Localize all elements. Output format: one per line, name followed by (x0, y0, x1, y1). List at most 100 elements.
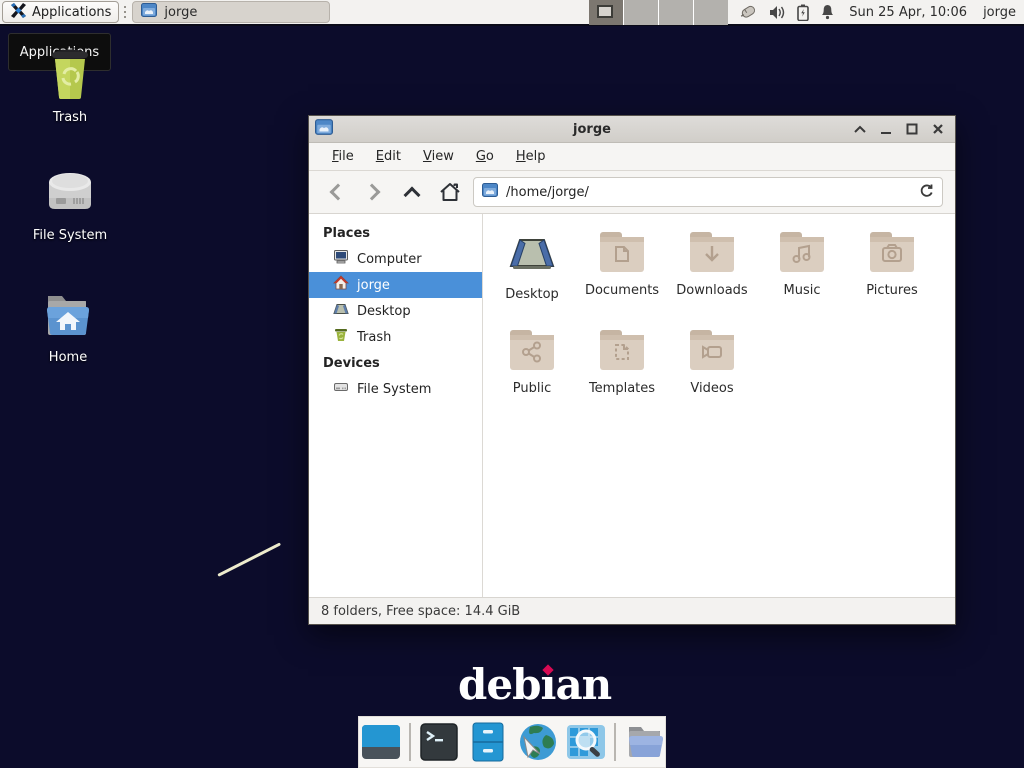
menu-help[interactable]: Help (505, 144, 557, 170)
folder-videos-icon (687, 328, 737, 376)
file-item-label: Documents (585, 283, 659, 298)
file-item-desktop[interactable]: Desktop (487, 230, 577, 328)
home-folder-dock-icon[interactable] (623, 721, 665, 763)
trash-icon (44, 46, 96, 104)
show-desktop-icon[interactable] (360, 721, 402, 763)
battery-charging-icon[interactable] (797, 4, 809, 21)
sidebar-item-label: File System (357, 382, 431, 397)
sidebar-item-label: Trash (357, 330, 391, 345)
file-item-videos[interactable]: Videos (667, 328, 757, 426)
sidebar: Places Computer (309, 214, 483, 597)
statusbar-text: 8 folders, Free space: 14.4 GiB (321, 604, 520, 619)
file-item-label: Templates (589, 381, 655, 396)
applications-menu-button[interactable]: Applications (2, 1, 119, 23)
file-item-label: Downloads (676, 283, 747, 298)
file-item-label: Music (784, 283, 821, 298)
reload-button[interactable] (919, 183, 934, 202)
sidebar-item-computer[interactable]: Computer (309, 246, 482, 272)
workspace-window-thumbnail (597, 5, 613, 18)
home-icon (439, 182, 461, 202)
window-titlebar[interactable]: jorge (309, 116, 955, 143)
trash-icon (333, 327, 349, 347)
close-button[interactable] (929, 120, 947, 138)
file-manager-window: jorge File Edit View Go Help (308, 115, 956, 625)
desktop-icon-file-system[interactable]: File System (10, 168, 130, 243)
file-item-pictures[interactable]: Pictures (847, 230, 937, 328)
sidebar-header-devices: Devices (309, 350, 482, 376)
file-item-music[interactable]: Music (757, 230, 847, 328)
wordmark-left: deb (458, 660, 540, 709)
menu-edit[interactable]: Edit (365, 144, 412, 170)
wordmark-right: an (555, 660, 611, 709)
maximize-button[interactable] (903, 120, 921, 138)
home-button[interactable] (435, 177, 465, 207)
location-bar[interactable]: /home/jorge/ (473, 177, 943, 207)
panel-user-menu[interactable]: jorge (983, 5, 1016, 20)
forward-icon (364, 184, 381, 201)
folder-downloads-icon (687, 230, 737, 278)
sidebar-item-jorge[interactable]: jorge (309, 272, 482, 298)
file-grid: Desktop Documents (483, 214, 955, 597)
application-finder-icon[interactable] (565, 721, 607, 763)
file-item-downloads[interactable]: Downloads (667, 230, 757, 328)
workspace-4[interactable] (694, 0, 728, 25)
file-item-label: Public (513, 381, 551, 396)
file-cabinet-icon[interactable] (467, 721, 509, 763)
up-button[interactable] (397, 177, 427, 207)
panel-separator-handle[interactable] (122, 3, 128, 21)
folder-templates-icon (597, 328, 647, 376)
workspace-3[interactable] (659, 0, 694, 25)
folder-window-icon (141, 3, 157, 21)
desktop-icon-trash[interactable]: Trash (10, 46, 130, 125)
hard-drive-icon (333, 379, 349, 399)
forward-button[interactable] (359, 177, 389, 207)
toolbar: /home/jorge/ (309, 171, 955, 214)
dock-separator (409, 723, 411, 761)
folder-documents-icon (597, 230, 647, 278)
taskbar-window-label: jorge (164, 5, 197, 20)
file-item-label: Videos (690, 381, 733, 396)
shade-button[interactable] (851, 120, 869, 138)
top-panel: Applications jorge (0, 0, 1024, 26)
stray-line-artifact (217, 542, 281, 576)
file-item-documents[interactable]: Documents (577, 230, 667, 328)
sidebar-item-label: jorge (357, 278, 390, 293)
file-item-public[interactable]: Public (487, 328, 577, 426)
folder-pictures-icon (867, 230, 917, 278)
volume-icon[interactable] (769, 5, 786, 20)
sidebar-item-trash[interactable]: Trash (309, 324, 482, 350)
taskbar-window-button[interactable]: jorge (132, 1, 330, 23)
home-icon (333, 275, 349, 295)
sidebar-item-desktop[interactable]: Desktop (309, 298, 482, 324)
menu-view[interactable]: View (412, 144, 465, 170)
notifications-bell-icon[interactable] (820, 4, 835, 20)
system-tray (738, 4, 835, 21)
hard-drive-icon (44, 168, 96, 222)
up-icon (404, 186, 421, 203)
mouse-icon[interactable] (738, 4, 758, 20)
minimize-button[interactable] (877, 120, 895, 138)
workspace-1[interactable] (589, 0, 624, 25)
path-folder-icon (482, 183, 498, 201)
back-button[interactable] (321, 177, 351, 207)
workspace-2[interactable] (624, 0, 659, 25)
terminal-icon[interactable] (418, 721, 460, 763)
desktop-icon (333, 301, 349, 321)
desktop-icon-home[interactable]: Home (8, 290, 128, 365)
file-item-label: Pictures (866, 283, 917, 298)
web-browser-icon[interactable] (516, 721, 558, 763)
file-item-templates[interactable]: Templates (577, 328, 667, 426)
file-item-label: Desktop (505, 287, 559, 302)
panel-clock[interactable]: Sun 25 Apr, 10:06 (849, 5, 967, 20)
sidebar-item-label: Computer (357, 252, 422, 267)
dock-separator (614, 723, 616, 761)
menu-file[interactable]: File (321, 144, 365, 170)
sidebar-item-file-system[interactable]: File System (309, 376, 482, 402)
path-text[interactable]: /home/jorge/ (506, 185, 911, 200)
window-title: jorge (333, 122, 851, 137)
computer-icon (333, 249, 349, 269)
sidebar-header-places: Places (309, 220, 482, 246)
sidebar-item-label: Desktop (357, 304, 411, 319)
menu-go[interactable]: Go (465, 144, 505, 170)
applications-menu-label: Applications (32, 5, 111, 20)
